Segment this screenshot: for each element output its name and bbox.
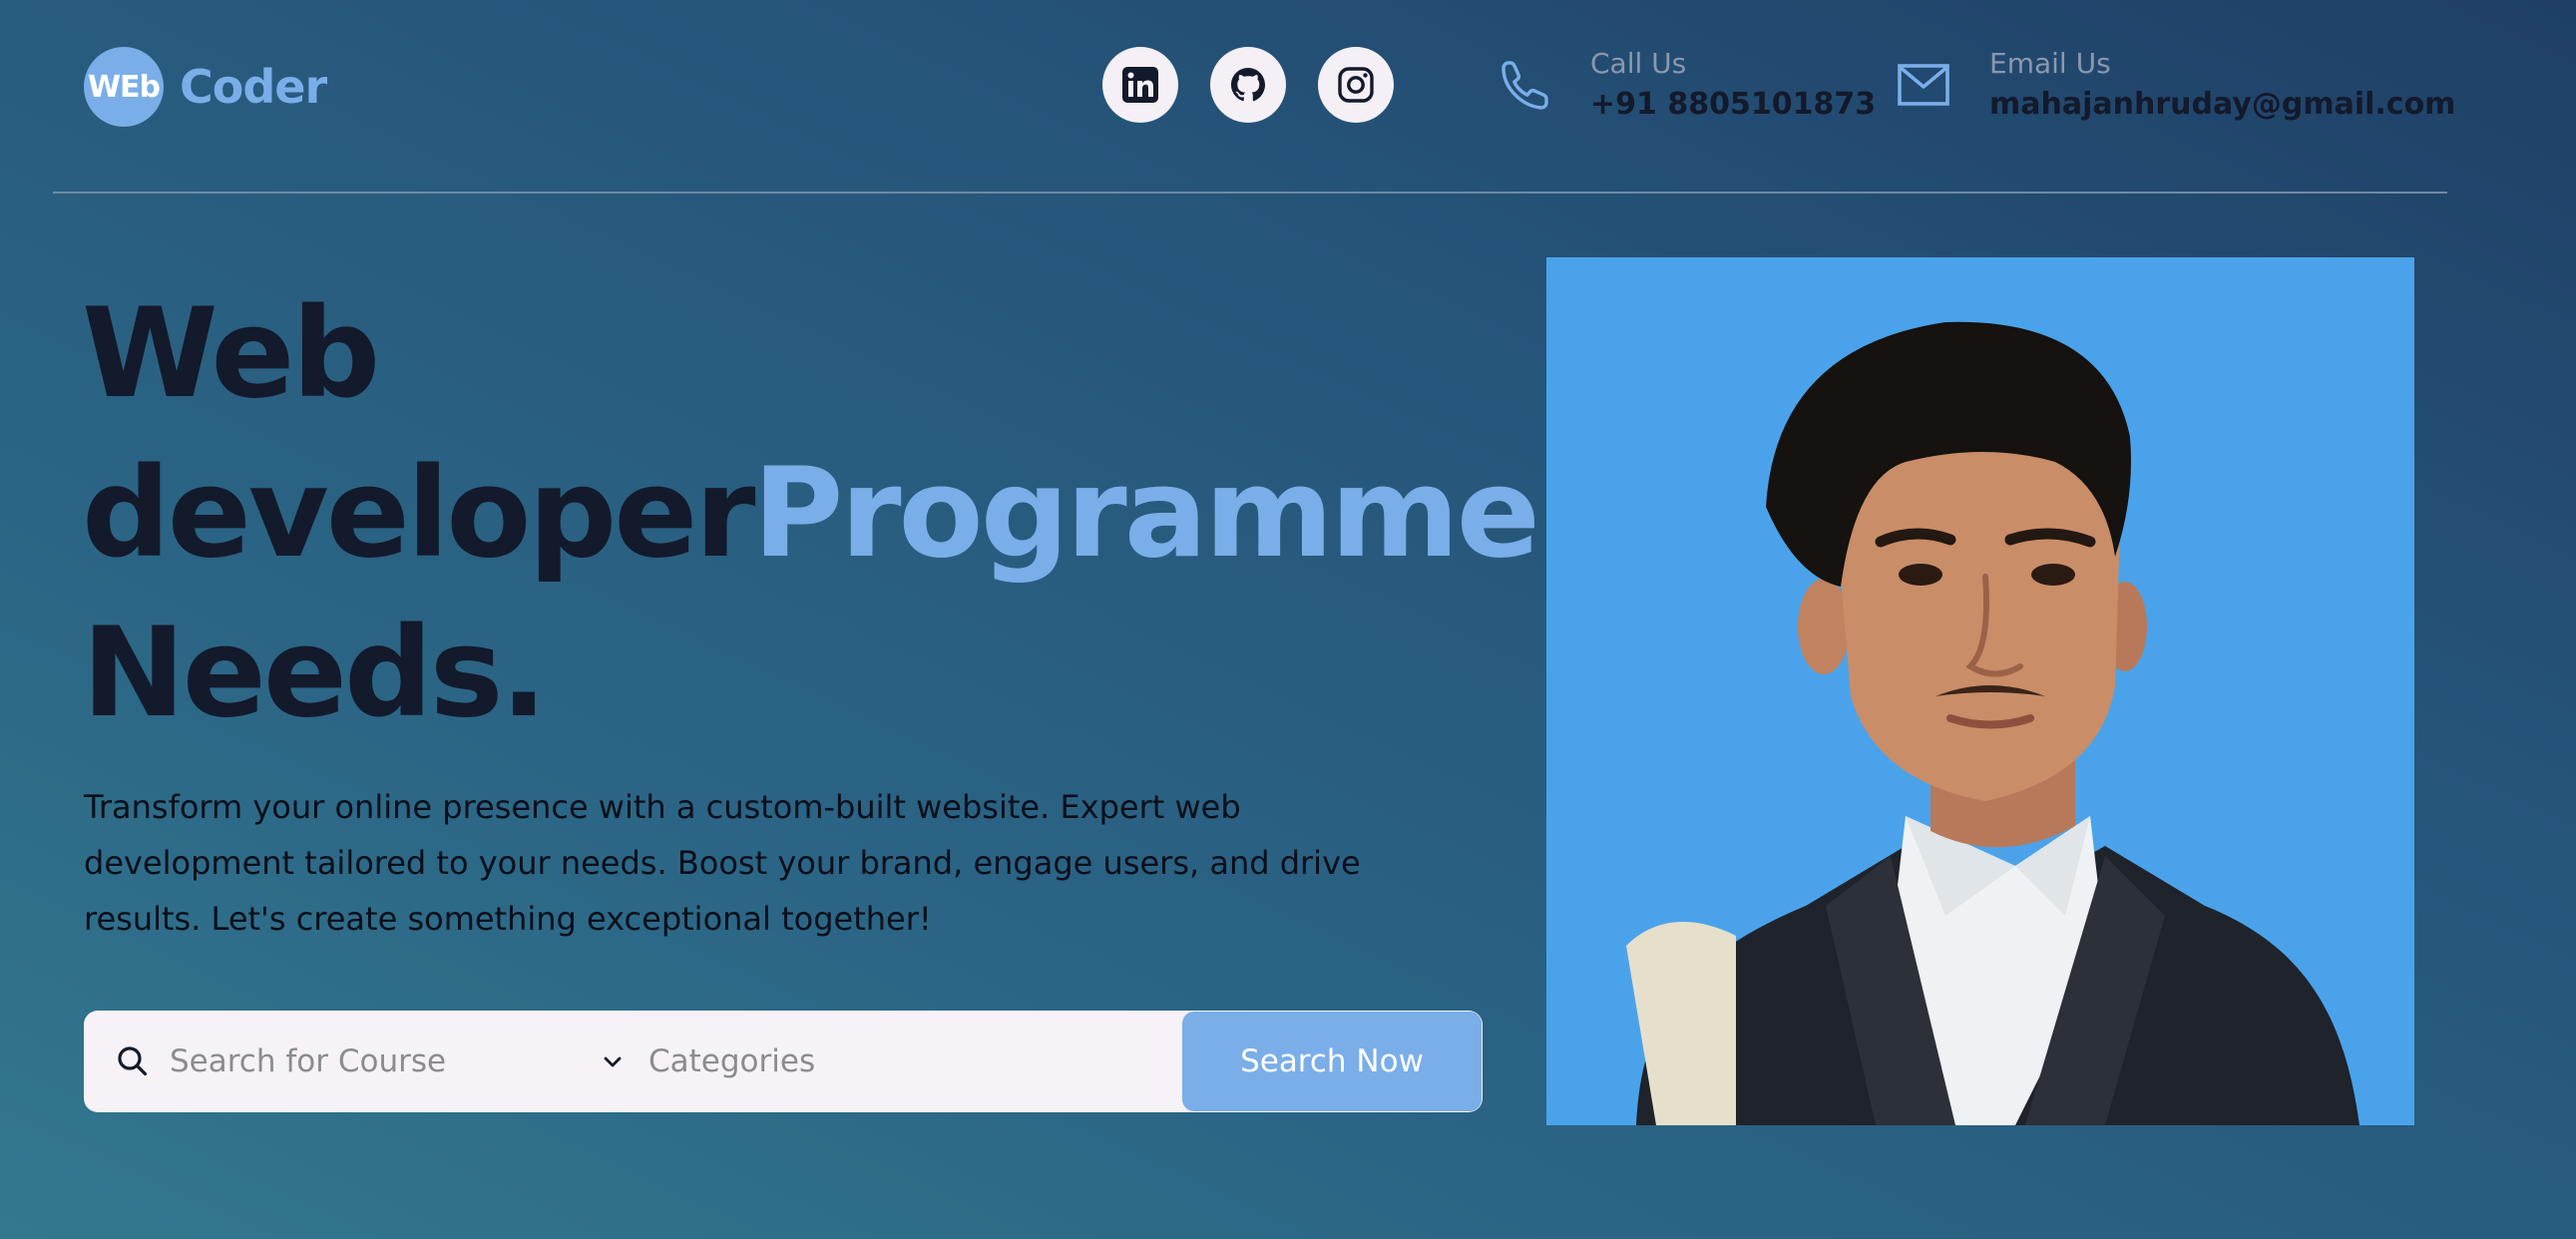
profile-photo <box>1546 257 2414 1125</box>
email-us-text: Email Us mahajanhruday@gmail.com <box>1989 45 2455 127</box>
call-us[interactable]: Call Us +91 8805101873 <box>1497 45 1876 127</box>
email-us[interactable]: Email Us mahajanhruday@gmail.com <box>1896 45 2455 127</box>
instagram-button[interactable] <box>1318 47 1394 123</box>
github-icon <box>1231 68 1265 102</box>
logo-text: Coder <box>180 60 327 114</box>
profile-photo-illustration <box>1546 257 2414 1125</box>
headline-line2a: developer <box>82 442 755 586</box>
logo-badge: WEb <box>84 47 164 127</box>
header-divider <box>53 192 2447 194</box>
call-us-label: Call Us <box>1590 47 1687 80</box>
headline-accent: Programmer <box>752 442 1598 586</box>
hero-description: Transform your online presence with a cu… <box>84 788 1361 938</box>
linkedin-button[interactable] <box>1102 47 1178 123</box>
search-icon <box>118 1046 148 1076</box>
email-us-label: Email Us <box>1989 47 2111 80</box>
social-links <box>1102 47 1394 123</box>
chevron-down-icon[interactable] <box>601 1049 625 1073</box>
linkedin-icon <box>1122 67 1158 103</box>
search-now-button[interactable]: Search Now <box>1182 1012 1482 1111</box>
headline-line1: Web <box>82 282 380 426</box>
email-address[interactable]: mahajanhruday@gmail.com <box>1989 83 2455 127</box>
hero-headline: Web developerProgrammer Needs. <box>82 274 1598 753</box>
logo[interactable]: WEb Coder <box>84 47 327 127</box>
mail-icon <box>1898 64 1949 106</box>
phone-number[interactable]: +91 8805101873 <box>1590 83 1876 127</box>
phone-icon <box>1502 61 1548 110</box>
headline-line3: Needs. <box>82 602 548 745</box>
category-select[interactable]: Categories <box>648 1043 1182 1079</box>
call-us-text: Call Us +91 8805101873 <box>1590 45 1876 127</box>
github-button[interactable] <box>1210 47 1286 123</box>
search-bar: Categories Search Now <box>84 1011 1483 1112</box>
search-input[interactable] <box>170 1043 589 1079</box>
instagram-icon <box>1338 67 1374 103</box>
